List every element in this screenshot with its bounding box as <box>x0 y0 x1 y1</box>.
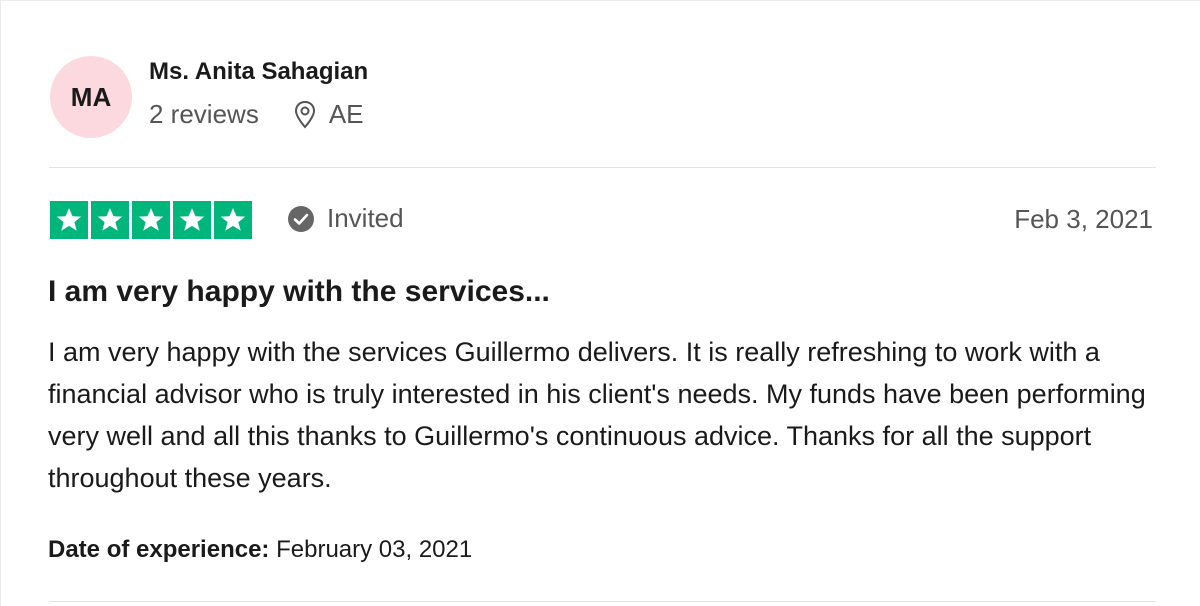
reviewer-country: AE <box>328 99 364 129</box>
experience-value: February 03, 2021 <box>276 536 473 563</box>
star-icon <box>132 201 170 239</box>
date-of-experience: Date of experience: February 03, 2021 <box>48 536 472 564</box>
avatar[interactable]: MA <box>50 56 132 138</box>
review-title[interactable]: I am very happy with the services... <box>48 275 550 309</box>
invited-label: Invited <box>327 203 404 233</box>
star-icon <box>173 201 211 239</box>
divider <box>49 601 1156 602</box>
experience-label: Date of experience: <box>48 536 270 563</box>
star-rating <box>50 201 252 239</box>
review-card: MA Ms. Anita Sahagian 2 reviews AE Invit… <box>0 0 1200 606</box>
check-circle-icon <box>288 205 314 232</box>
reviews-count: 2 reviews <box>149 99 259 129</box>
star-icon <box>214 201 252 239</box>
star-icon <box>91 201 129 239</box>
star-icon <box>50 201 88 239</box>
invited-badge[interactable]: Invited <box>287 203 404 234</box>
divider <box>49 167 1156 168</box>
review-date: Feb 3, 2021 <box>1014 204 1153 234</box>
reviewer-meta: 2 reviews AE <box>149 99 364 130</box>
avatar-initials: MA <box>70 81 112 112</box>
review-body: I am very happy with the services Guille… <box>48 337 1146 493</box>
reviewer-name[interactable]: Ms. Anita Sahagian <box>149 58 368 86</box>
location-pin-icon <box>294 100 315 128</box>
